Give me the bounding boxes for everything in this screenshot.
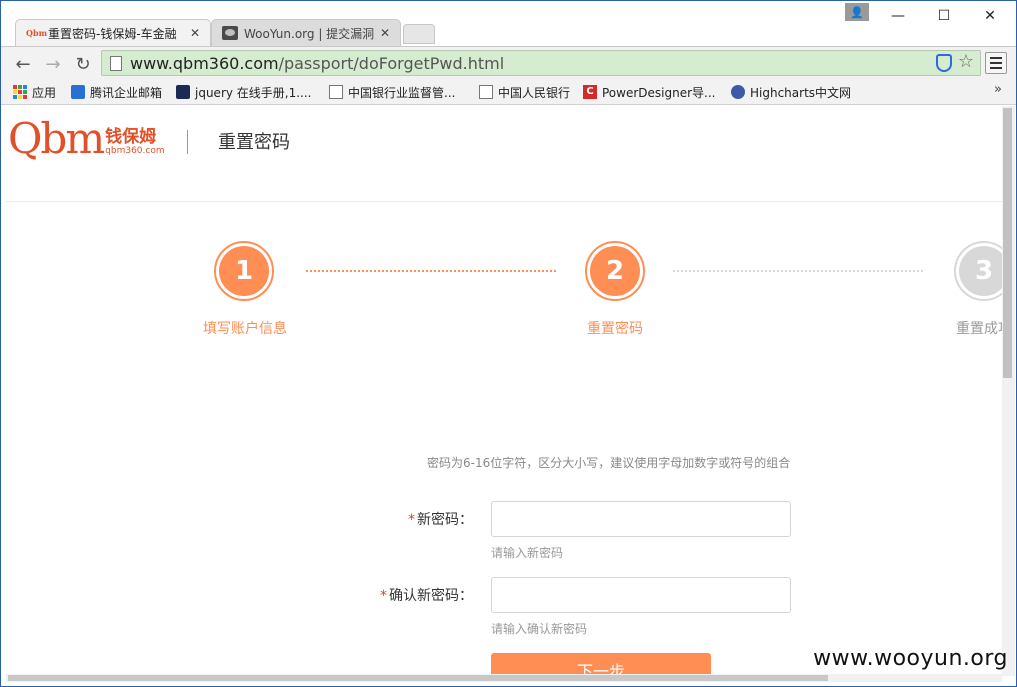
confirm-password-label-text: 确认新密码： [389,588,473,604]
bookmark-label: Highcharts中文网 [750,85,852,100]
mail-icon [71,85,85,99]
browser-menu-icon[interactable] [985,52,1007,74]
new-password-tip: 请输入新密码 [491,546,564,560]
new-tab-button[interactable] [403,24,435,44]
horizontal-scrollbar[interactable] [6,674,1002,682]
new-password-label: * 新密码： [401,509,473,529]
tab-strip: Qbm 重置密码-钱保姆-车金融 ✕ WooYun.org | 提交漏洞 ✕ 👤… [1,1,1016,47]
address-bar[interactable]: www.qbm360.com/passport/doForgetPwd.html… [101,50,981,76]
tab-wooyun[interactable]: WooYun.org | 提交漏洞 ✕ [211,19,401,46]
step-3-circle: 3 [954,241,1002,301]
minimize-button[interactable]: — [875,1,921,31]
jquery-icon [176,85,190,99]
tab-qbm-reset-password[interactable]: Qbm 重置密码-钱保姆-车金融 ✕ [15,19,211,46]
page-viewport: Qbm 钱保姆 qbm360.com 重置密码 1 填写账户信息 2 重置密码 … [6,106,1002,676]
qbm-logo[interactable]: Qbm 钱保姆 qbm360.com [8,118,165,160]
bookmark-jquery[interactable]: jquery 在线手册,1.... [176,83,312,101]
confirm-password-input[interactable] [491,577,791,613]
page-info-icon[interactable] [110,55,122,71]
shield-icon[interactable] [936,54,952,72]
browser-window: Qbm 重置密码-钱保姆-车金融 ✕ WooYun.org | 提交漏洞 ✕ 👤… [0,0,1017,687]
url-text: www.qbm360.com/passport/doForgetPwd.html [130,54,504,73]
back-arrow-icon[interactable]: ← [11,52,35,76]
required-mark: * [408,512,415,528]
maximize-button[interactable]: ☐ [921,1,967,31]
bookmark-apps[interactable]: 应用 [13,83,56,101]
scrollbar-thumb[interactable] [1003,108,1012,378]
step-1-label: 填写账户信息 [203,321,287,337]
bookmark-pboc[interactable]: 中国人民银行 [479,83,570,101]
user-profile-icon[interactable]: 👤 [845,3,869,21]
step-2-circle: 2 [585,241,645,301]
next-step-button[interactable]: 下一步 [491,653,711,676]
new-password-label-text: 新密码： [417,512,473,528]
tab-title: WooYun.org | 提交漏洞 [244,26,375,41]
step-number: 1 [219,246,269,296]
wooyun-favicon-icon [222,26,238,40]
header-divider [187,130,188,154]
logo-domain: qbm360.com [105,146,165,156]
page-title: 重置密码 [218,132,290,153]
bookmark-label: 中国人民银行 [498,85,571,100]
close-window-button[interactable]: ✕ [967,1,1013,31]
step-2-label: 重置密码 [587,321,643,337]
bookmark-label: 应用 [32,85,57,100]
url-host: www.qbm360.com [130,53,279,73]
site-header: Qbm 钱保姆 qbm360.com 重置密码 [6,106,1002,202]
apps-grid-icon [13,85,27,99]
bookmark-label: PowerDesigner导... [602,85,716,100]
bookmarks-overflow-icon[interactable]: » [994,82,1002,97]
password-rule-hint: 密码为6-16位字符，区分大小写，建议使用字母加数字或符号的组合 [427,456,791,470]
step-connector-1 [306,270,556,272]
forward-arrow-icon[interactable]: → [41,52,65,76]
logo-subtext: 钱保姆 qbm360.com [105,128,164,156]
bookmarks-bar: 应用 腾讯企业邮箱 jquery 在线手册,1.... 中国银行业监督管... … [1,79,1016,105]
bookmark-powerdesigner[interactable]: C PowerDesigner导... [583,83,715,101]
step-1-circle: 1 [214,241,274,301]
bookmark-label: jquery 在线手册,1.... [195,85,312,100]
url-path: /passport/doForgetPwd.html [278,53,505,73]
vertical-scrollbar[interactable] [1002,106,1015,676]
page-icon [329,85,343,99]
step-number: 3 [959,246,1002,296]
confirm-password-label: * 确认新密码： [366,585,473,605]
bookmark-cbrc[interactable]: 中国银行业监督管... [329,83,455,101]
reload-icon[interactable]: ↻ [71,52,95,76]
powerdesigner-icon: C [583,85,597,99]
bookmark-tencent-mail[interactable]: 腾讯企业邮箱 [71,83,162,101]
bookmark-star-icon[interactable]: ☆ [958,51,974,72]
wooyun-watermark: www.wooyun.org [813,646,1008,671]
step-connector-2 [673,270,923,272]
page-icon [479,85,493,99]
close-tab-icon[interactable]: ✕ [378,26,392,40]
confirm-password-tip: 请输入确认新密码 [491,622,588,636]
step-number: 2 [590,246,640,296]
logo-cn-name: 钱保姆 [105,127,157,147]
new-password-input[interactable] [491,501,791,537]
close-tab-icon[interactable]: ✕ [188,26,202,40]
bookmark-highcharts[interactable]: Highcharts中文网 [731,83,851,101]
required-mark: * [380,588,387,604]
bookmark-label: 中国银行业监督管... [348,85,456,100]
logo-mark: Qbm [8,114,105,163]
browser-toolbar: ← → ↻ www.qbm360.com/passport/doForgetPw… [1,46,1016,79]
step-3-label: 重置成功 [956,321,1002,337]
bookmark-label: 腾讯企业邮箱 [90,85,163,100]
qbm-favicon-icon: Qbm [26,28,48,38]
scrollbar-thumb[interactable] [8,675,828,681]
highcharts-icon [731,85,745,99]
tab-title: 重置密码-钱保姆-车金融 [48,26,177,41]
